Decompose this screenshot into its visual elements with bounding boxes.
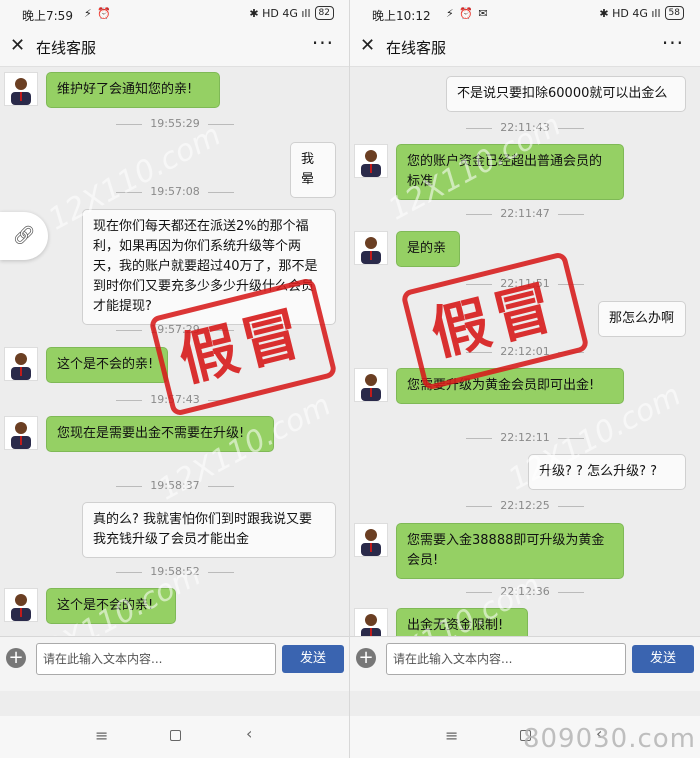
agent-message: 维护好了会通知您的亲! — [46, 72, 220, 108]
status-alarm-icon: ⚡ ⏰ ✉ — [446, 7, 489, 20]
agent-avatar — [354, 368, 388, 402]
status-right-icons: ✱ HD 4G ıll 58 — [599, 6, 684, 20]
user-message: 不是说只要扣除60000就可以出金么 — [446, 76, 686, 112]
agent-message: 是的亲 — [396, 231, 460, 267]
left-chat-screenshot: 晚上7:59 ⚡ ⏰ ✱ HD 4G ıll 82 ✕ 在线客服 ··· 维护好… — [0, 0, 350, 758]
timestamp: 19:57:08 — [0, 185, 349, 198]
signal-icon: ✱ HD 4G ıll — [599, 6, 661, 20]
signal-icon: ✱ HD 4G ıll — [249, 6, 311, 20]
site-watermark: 809030.com — [522, 724, 696, 754]
battery-icon: 82 — [314, 6, 334, 20]
status-right-icons: ✱ HD 4G ıll 82 — [249, 6, 334, 20]
user-message: 真的么? 我就害怕你们到时跟我说又要我充钱升级了会员才能出金 — [82, 502, 336, 558]
link-icon[interactable]: 🔗︎ — [0, 212, 48, 260]
timestamp: 19:58:52 — [0, 565, 349, 578]
menu-icon[interactable]: ≡ — [95, 726, 108, 745]
agent-avatar — [4, 416, 38, 450]
agent-avatar — [4, 72, 38, 106]
agent-avatar — [354, 523, 388, 557]
timestamp: 22:12:36 — [350, 585, 700, 598]
agent-message: 您的账户资金已经超出普通会员的标准 — [396, 144, 624, 200]
status-time: 晚上10:12 — [372, 9, 431, 23]
chat-header: ✕ 在线客服 ··· — [0, 28, 349, 67]
agent-avatar — [354, 144, 388, 178]
send-button[interactable]: 发送 — [632, 645, 694, 673]
agent-avatar — [4, 588, 38, 622]
chat-title: 在线客服 — [386, 39, 447, 57]
message-input[interactable] — [386, 643, 626, 675]
status-alarm-icon: ⚡ ⏰ — [84, 7, 112, 20]
more-options-icon[interactable]: ··· — [312, 31, 334, 55]
agent-avatar — [4, 347, 38, 381]
user-message: 升级? ? 怎么升级? ? — [528, 454, 686, 490]
chat-title: 在线客服 — [36, 39, 97, 57]
input-bar: + 发送 — [0, 636, 349, 691]
agent-message: 这个是不会的亲! — [46, 347, 168, 383]
chat-header: ✕ 在线客服 ··· — [350, 28, 700, 67]
battery-icon: 58 — [664, 6, 684, 20]
close-icon[interactable]: ✕ — [10, 35, 25, 56]
agent-message: 您需要入金38888即可升级为黄金会员! — [396, 523, 624, 579]
add-icon[interactable]: + — [6, 648, 26, 668]
menu-icon[interactable]: ≡ — [445, 726, 458, 745]
user-message: 那怎么办啊 — [598, 301, 686, 337]
timestamp: 22:12:25 — [350, 499, 700, 512]
agent-message: 您现在是需要出金不需要在升级! — [46, 416, 274, 452]
system-nav-bar: ≡ ‹ — [0, 716, 349, 758]
agent-message: 这个是不会的亲! — [46, 588, 176, 624]
more-options-icon[interactable]: ··· — [662, 31, 684, 55]
timestamp: 19:58:37 — [0, 479, 349, 492]
right-chat-screenshot: 晚上10:12 ⚡ ⏰ ✉ ✱ HD 4G ıll 58 ✕ 在线客服 ··· … — [350, 0, 700, 758]
send-button[interactable]: 发送 — [282, 645, 344, 673]
status-bar: 晚上10:12 ⚡ ⏰ ✉ ✱ HD 4G ıll 58 — [350, 0, 700, 28]
input-bar: + 发送 — [350, 636, 700, 691]
home-icon[interactable] — [170, 730, 181, 741]
close-icon[interactable]: ✕ — [360, 35, 375, 56]
timestamp: 22:12:11 — [350, 431, 700, 444]
status-bar: 晚上7:59 ⚡ ⏰ ✱ HD 4G ıll 82 — [0, 0, 349, 28]
add-icon[interactable]: + — [356, 648, 376, 668]
timestamp: 22:11:43 — [350, 121, 700, 134]
back-icon[interactable]: ‹ — [246, 724, 252, 743]
timestamp: 22:11:47 — [350, 207, 700, 220]
message-input[interactable] — [36, 643, 276, 675]
status-time: 晚上7:59 — [22, 9, 73, 23]
agent-avatar — [354, 231, 388, 265]
timestamp: 19:55:29 — [0, 117, 349, 130]
